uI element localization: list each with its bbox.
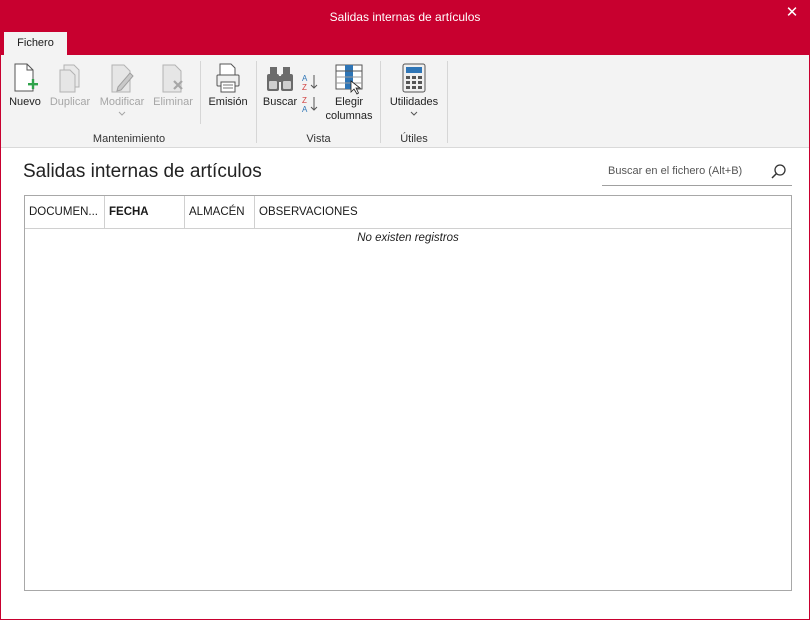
column-header-fecha[interactable]: FECHA xyxy=(105,196,185,228)
records-grid: DOCUMEN... FECHA ALMACÉN OBSERVACIONES N… xyxy=(24,195,792,591)
column-header-observaciones[interactable]: OBSERVACIONES xyxy=(255,196,791,228)
modificar-button[interactable]: Modificar xyxy=(96,61,148,116)
sort-descending-icon[interactable]: Z A xyxy=(301,95,319,113)
elegir-label-line1: Elegir xyxy=(334,96,364,108)
svg-text:A: A xyxy=(302,105,308,113)
ribbon-separator xyxy=(256,61,257,143)
elegir-columnas-button[interactable]: Elegir columnas xyxy=(323,61,375,122)
calculator-icon xyxy=(402,63,426,93)
delete-document-icon xyxy=(162,64,183,93)
sort-ascending-icon[interactable]: A Z xyxy=(301,73,319,91)
emision-label: Emisión xyxy=(208,96,248,108)
ribbon: Nuevo Duplicar Modificar Eliminar Emisió… xyxy=(1,55,809,148)
app-window: Salidas internas de artículos ✕ Fichero … xyxy=(0,0,810,620)
chevron-down-icon xyxy=(118,111,126,116)
columns-icon xyxy=(335,64,363,95)
group-label-mantenimiento: Mantenimiento xyxy=(92,133,166,145)
eliminar-button[interactable]: Eliminar xyxy=(151,61,195,116)
title-bar: Salidas internas de artículos ✕ xyxy=(1,1,809,32)
ribbon-separator xyxy=(200,61,201,124)
empty-message: No existen registros xyxy=(357,232,459,244)
ribbon-separator xyxy=(447,61,448,143)
search-input[interactable]: Buscar en el fichero (Alt+B) xyxy=(608,165,742,177)
page-title: Salidas internas de artículos xyxy=(23,161,262,182)
utilidades-button[interactable]: Utilidades xyxy=(385,61,443,116)
close-icon[interactable]: ✕ xyxy=(781,4,803,26)
eliminar-label: Eliminar xyxy=(153,96,193,108)
search-box[interactable]: Buscar en el fichero (Alt+B) xyxy=(602,159,792,186)
duplicar-button[interactable]: Duplicar xyxy=(47,61,93,116)
group-label-vista: Vista xyxy=(306,133,331,145)
emision-button[interactable]: Emisión xyxy=(206,61,250,116)
group-label-utiles: Útiles xyxy=(400,133,428,145)
nuevo-button[interactable]: Nuevo xyxy=(7,61,43,116)
buscar-label: Buscar xyxy=(262,96,298,108)
nuevo-label: Nuevo xyxy=(9,96,41,108)
utilidades-label: Utilidades xyxy=(389,96,439,108)
window-title: Salidas internas de artículos xyxy=(329,10,481,24)
grid-header: DOCUMEN... FECHA ALMACÉN OBSERVACIONES xyxy=(25,196,791,229)
column-header-almacen[interactable]: ALMACÉN xyxy=(185,196,255,228)
chevron-down-icon xyxy=(410,111,418,116)
duplicate-icon xyxy=(59,64,80,93)
tab-fichero[interactable]: Fichero xyxy=(4,32,67,55)
binoculars-icon xyxy=(267,67,293,91)
column-header-documento[interactable]: DOCUMEN... xyxy=(25,196,105,228)
elegir-label-line2: columnas xyxy=(325,110,373,122)
print-icon xyxy=(216,63,240,93)
modificar-label: Modificar xyxy=(99,96,145,108)
search-icon[interactable] xyxy=(770,163,788,181)
buscar-button[interactable]: Buscar xyxy=(261,61,299,116)
ribbon-separator xyxy=(380,61,381,143)
svg-text:A: A xyxy=(302,74,308,83)
duplicar-label: Duplicar xyxy=(49,96,91,108)
svg-text:Z: Z xyxy=(302,96,307,105)
svg-text:Z: Z xyxy=(302,83,307,91)
new-document-icon xyxy=(14,63,38,92)
ribbon-tabstrip: Fichero xyxy=(1,32,809,55)
edit-document-icon xyxy=(111,64,134,93)
